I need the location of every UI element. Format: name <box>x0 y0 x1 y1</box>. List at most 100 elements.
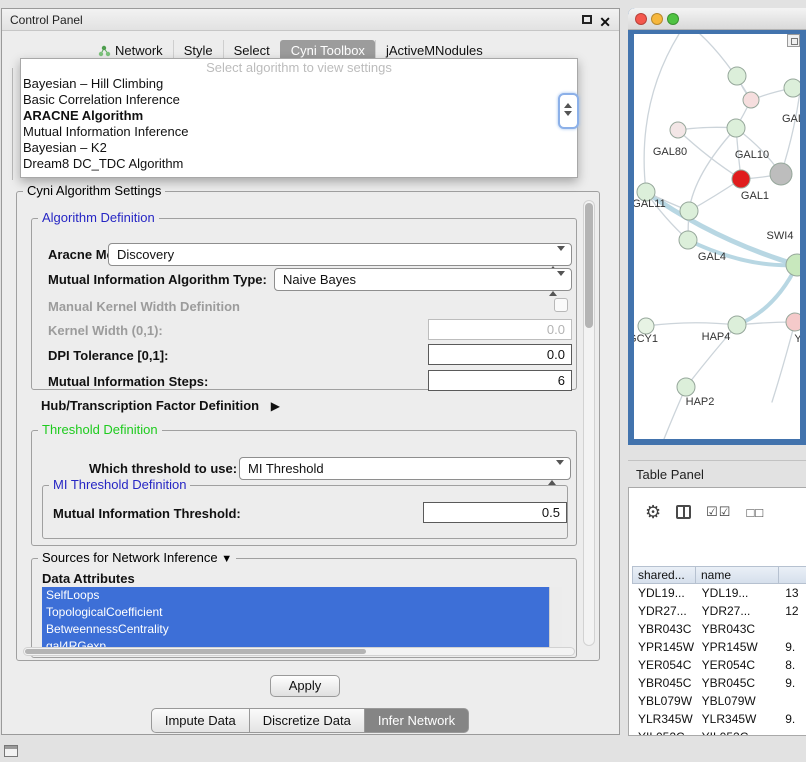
minimize-traffic-light[interactable] <box>651 13 663 25</box>
close-icon[interactable]: ✕ <box>599 11 611 33</box>
table-cell: 12 <box>780 602 806 620</box>
table-row[interactable]: YIL052CYIL052C <box>633 728 806 736</box>
table-cell <box>780 728 806 736</box>
table-row[interactable]: YLR345WYLR345W9. <box>633 710 806 728</box>
network-node-label: SWI4 <box>767 230 794 242</box>
scrollbar-thumb[interactable] <box>25 649 366 654</box>
mi-steps-field[interactable]: 6 <box>428 370 572 391</box>
kernel-width-field[interactable]: 0.0 <box>428 319 572 340</box>
table-cell: YPR145W <box>633 638 697 656</box>
columns-icon[interactable] <box>676 505 691 519</box>
table-toolbar: ⚙ ☑☑ □□ <box>629 488 806 536</box>
tab-infer-network[interactable]: Infer Network <box>364 708 469 733</box>
network-view-window: GALGAL80GAL10GAL1GAL11GAL4SWI4HAP4YGCY1H… <box>628 8 806 445</box>
table-cell: 13 <box>780 584 806 602</box>
table-row[interactable]: YBR043CYBR043C <box>633 620 806 638</box>
network-node[interactable] <box>679 231 697 249</box>
dpi-tolerance-field[interactable]: 0.0 <box>428 344 572 365</box>
network-window-titlebar <box>628 8 806 30</box>
collapsed-panel-icon[interactable] <box>4 745 18 757</box>
table-cell: YBL079W <box>633 692 697 710</box>
column-header[interactable]: shared... <box>632 566 696 584</box>
table-row[interactable]: YDR27...YDR27...12 <box>633 602 806 620</box>
table-header-row: shared...name <box>633 566 806 584</box>
select-all-checks-icon[interactable]: ☑☑ <box>706 504 731 520</box>
network-node[interactable] <box>728 316 746 334</box>
table-cell: YER054C <box>633 656 697 674</box>
mi-type-value: Naive Bayes <box>283 272 356 287</box>
network-node[interactable] <box>728 67 746 85</box>
birdseye-corner-icon[interactable] <box>787 34 800 47</box>
source-item[interactable]: SelfLoops <box>42 587 549 604</box>
table-rows: YDL19...YDL19...13YDR27...YDR27...12YBR0… <box>633 584 806 736</box>
table-row[interactable]: YBR045CYBR045C9. <box>633 674 806 692</box>
dropdown-item[interactable]: Basic Correlation Inference <box>21 92 577 108</box>
tab-discretize-data[interactable]: Discretize Data <box>249 708 365 733</box>
close-traffic-light[interactable] <box>635 13 647 25</box>
network-node[interactable] <box>784 79 800 97</box>
network-node[interactable] <box>770 163 792 185</box>
vertical-scrollbar[interactable] <box>583 200 595 646</box>
mi-threshold-field[interactable]: 0.5 <box>423 502 567 523</box>
network-node[interactable] <box>638 318 654 334</box>
which-threshold-combobox[interactable]: MI Threshold <box>239 457 571 480</box>
dropdown-item-selected[interactable]: ARACNE Algorithm <box>21 108 577 124</box>
tab-label: Style <box>184 43 213 58</box>
manual-kernel-checkbox[interactable] <box>554 298 568 312</box>
network-node[interactable] <box>743 92 759 108</box>
network-node-label: HAP4 <box>702 331 731 343</box>
source-item[interactable]: TopologicalCoefficient <box>42 604 549 621</box>
table-row[interactable]: YDL19...YDL19...13 <box>633 584 806 602</box>
list-scrollbar[interactable] <box>549 587 562 656</box>
dropdown-item[interactable]: Mutual Information Inference <box>21 124 577 140</box>
source-item[interactable]: BetweennessCentrality <box>42 621 549 638</box>
network-edge <box>646 323 737 326</box>
deselect-all-boxes-icon[interactable]: □□ <box>746 505 764 520</box>
column-header[interactable] <box>778 566 806 584</box>
node-table: shared...name YDL19...YDL19...13YDR27...… <box>633 566 806 736</box>
aracne-mode-combobox[interactable]: Discovery <box>108 243 572 266</box>
table-row[interactable]: YPR145WYPR145W9. <box>633 638 806 656</box>
network-canvas[interactable]: GALGAL80GAL10GAL1GAL11GAL4SWI4HAP4YGCY1H… <box>634 34 800 439</box>
float-window-icon[interactable] <box>582 15 592 24</box>
network-node-label: GAL4 <box>698 251 726 263</box>
network-edge <box>700 34 751 100</box>
algorithm-definition-group: Algorithm Definition Aracne Mode: Discov… <box>31 218 577 390</box>
table-row[interactable]: YBL079WYBL079W <box>633 692 806 710</box>
cyni-algorithm-settings-group: Cyni Algorithm Settings Algorithm Defini… <box>16 191 600 661</box>
control-panel-titlebar: Control Panel ✕ <box>2 9 619 31</box>
combo-arrows-icon <box>549 248 565 269</box>
control-panel-title: Control Panel <box>10 13 83 27</box>
network-node-label: GAL <box>782 113 800 125</box>
tab-impute-data[interactable]: Impute Data <box>151 708 250 733</box>
network-node[interactable] <box>727 119 745 137</box>
network-node[interactable] <box>677 378 695 396</box>
dropdown-item[interactable]: Dream8 DC_TDC Algorithm <box>21 156 577 172</box>
network-node[interactable] <box>732 170 750 188</box>
kernel-width-label: Kernel Width (0,1): <box>48 323 163 338</box>
network-edge <box>781 92 800 174</box>
threshold-definition-group: Threshold Definition Which threshold to … <box>31 430 577 546</box>
hub-definition-toggle[interactable]: Hub/Transcription Factor Definition ▶ <box>41 398 280 413</box>
dropdown-item[interactable]: Bayesian – Hill Climbing <box>21 76 577 92</box>
algorithm-combobox-stepper[interactable] <box>558 93 579 129</box>
horizontal-scrollbar[interactable] <box>23 647 575 656</box>
settings-group-title: Cyni Algorithm Settings <box>23 183 165 198</box>
apply-button[interactable]: Apply <box>270 675 340 697</box>
zoom-traffic-light[interactable] <box>667 13 679 25</box>
sources-group: Sources for Network Inference ▼ Data Att… <box>31 558 577 658</box>
mi-type-combobox[interactable]: Naive Bayes <box>274 268 572 291</box>
network-node[interactable] <box>786 313 800 331</box>
network-node[interactable] <box>680 202 698 220</box>
sources-toggle[interactable]: Sources for Network Inference ▼ <box>38 550 236 565</box>
network-node[interactable] <box>670 122 686 138</box>
table-cell: YPR145W <box>697 638 781 656</box>
column-header[interactable]: name <box>695 566 779 584</box>
gear-icon[interactable]: ⚙ <box>645 502 661 523</box>
scrollbar-thumb[interactable] <box>585 203 593 328</box>
network-node[interactable] <box>786 254 800 276</box>
dropdown-item[interactable]: Bayesian – K2 <box>21 140 577 156</box>
hidden-panel-edge <box>12 68 13 180</box>
table-row[interactable]: YER054CYER054C8. <box>633 656 806 674</box>
table-cell: 9. <box>780 638 806 656</box>
